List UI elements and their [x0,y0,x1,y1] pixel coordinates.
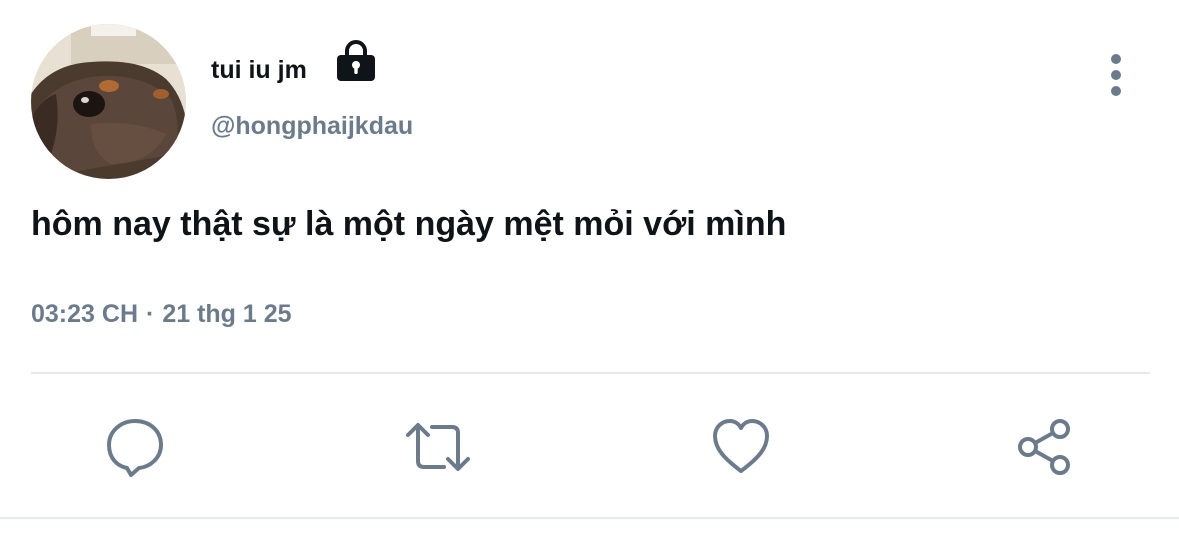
lock-icon [337,40,375,81]
like-button[interactable] [711,415,775,479]
tweet-text: hôm nay thật sự là một ngày mệt mỏi với … [31,205,787,243]
share-nodes-icon [1018,419,1070,475]
tweet-time: 03:23 CH [31,300,138,328]
tweet-date: 21 thg 1 25 [162,300,292,328]
username-handle[interactable]: @hongphaijkdau [211,110,413,142]
divider [0,517,1179,519]
timestamp-separator: · [146,300,155,328]
share-button[interactable] [1014,415,1078,479]
vertical-ellipsis-icon [1111,54,1121,96]
retweet-arrows-icon [406,423,470,471]
speech-bubble-icon [107,419,163,477]
avatar[interactable] [31,24,186,179]
retweet-button[interactable] [404,415,470,479]
divider [31,372,1150,374]
heart-icon [713,419,769,473]
tweet-timestamp[interactable]: 03:23 CH · 21 thg 1 25 [31,298,292,330]
reply-button[interactable] [103,415,167,479]
more-options-button[interactable] [1097,52,1135,98]
avatar-dog-photo-icon [31,24,186,179]
display-name[interactable]: tui iu jm [211,54,307,86]
